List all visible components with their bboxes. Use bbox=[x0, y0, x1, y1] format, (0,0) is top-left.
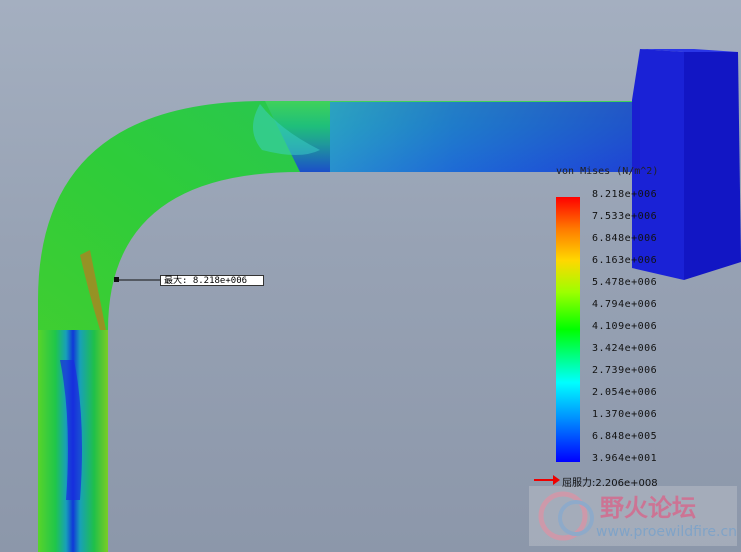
legend-value: 6.848e+005 bbox=[592, 431, 658, 442]
legend-value: 4.794e+006 bbox=[592, 299, 658, 310]
legend-value: 8.218e+006 bbox=[592, 189, 658, 200]
watermark-title: 野火论坛 bbox=[600, 494, 696, 522]
yield-arrow-icon bbox=[534, 475, 560, 485]
legend-value: 4.109e+006 bbox=[592, 321, 658, 332]
legend-value: 5.478e+006 bbox=[592, 277, 658, 288]
fixture-block[interactable] bbox=[632, 49, 741, 280]
legend-value: 6.163e+006 bbox=[592, 255, 658, 266]
legend-value: 6.848e+006 bbox=[592, 233, 658, 244]
legend-value: 2.054e+006 bbox=[592, 387, 658, 398]
legend-value: 7.533e+006 bbox=[592, 211, 658, 222]
model-viewport[interactable] bbox=[0, 0, 741, 552]
legend-title: von Mises (N/m^2) bbox=[556, 166, 659, 177]
legend-value: 3.964e+001 bbox=[592, 453, 658, 464]
color-scale-bar bbox=[556, 197, 580, 462]
legend-value: 2.739e+006 bbox=[592, 365, 658, 376]
pipe-model[interactable] bbox=[38, 101, 640, 552]
legend-value: 3.424e+006 bbox=[592, 343, 658, 354]
max-callout-label: 最大: bbox=[164, 276, 188, 286]
max-marker bbox=[114, 277, 160, 282]
max-stress-callout[interactable]: 最大: 8.218e+006 bbox=[160, 275, 264, 286]
watermark-url: www.proewildfire.cn bbox=[596, 524, 738, 540]
legend-value: 1.370e+006 bbox=[592, 409, 658, 420]
yield-strength-label: 屈服力:2.206e+008 bbox=[562, 478, 658, 489]
max-callout-value: 8.218e+006 bbox=[192, 276, 248, 286]
